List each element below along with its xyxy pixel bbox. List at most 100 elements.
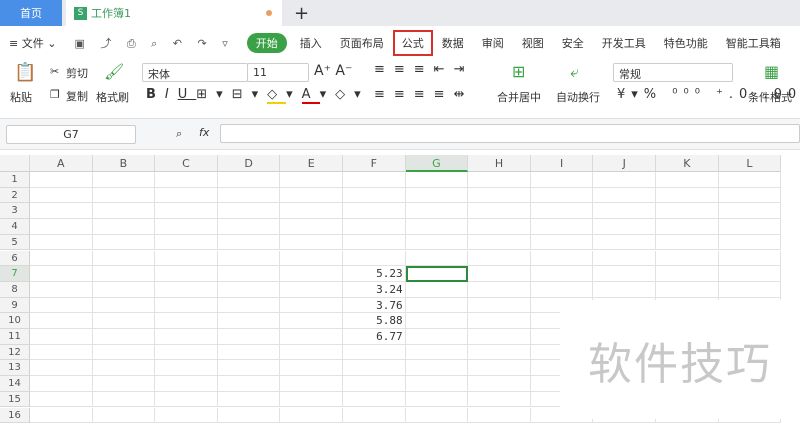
cell-B2[interactable] (93, 188, 156, 204)
cell-D1[interactable] (218, 172, 281, 188)
cell-D11[interactable] (218, 329, 281, 345)
fx-button[interactable]: fx (199, 126, 209, 139)
cell-F15[interactable] (343, 392, 406, 408)
cell-A9[interactable] (30, 298, 93, 314)
cell-G10[interactable] (406, 313, 469, 329)
cell-B15[interactable] (93, 392, 156, 408)
cell-B6[interactable] (93, 251, 156, 267)
cell-H2[interactable] (468, 188, 531, 204)
cell-G2[interactable] (406, 188, 469, 204)
cell-A6[interactable] (30, 251, 93, 267)
cell-F2[interactable] (343, 188, 406, 204)
row-header-12[interactable]: 12 (0, 345, 30, 361)
cell-L5[interactable] (719, 235, 782, 251)
column-header-F[interactable]: F (343, 155, 406, 172)
cell-D9[interactable] (218, 298, 281, 314)
cell-K4[interactable] (656, 219, 719, 235)
cell-I5[interactable] (531, 235, 594, 251)
column-header-E[interactable]: E (280, 155, 343, 172)
column-header-A[interactable]: A (30, 155, 93, 172)
menu-insert[interactable]: 插入 (291, 35, 331, 51)
cell-F9[interactable]: 3.76 (343, 298, 406, 314)
row-header-9[interactable]: 9 (0, 298, 30, 314)
cell-K1[interactable] (656, 172, 719, 188)
cell-G11[interactable] (406, 329, 469, 345)
cell-A8[interactable] (30, 282, 93, 298)
row-header-5[interactable]: 5 (0, 235, 30, 251)
copy-button[interactable]: 复制 (66, 88, 88, 104)
cell-F1[interactable] (343, 172, 406, 188)
cell-C2[interactable] (155, 188, 218, 204)
cell-C5[interactable] (155, 235, 218, 251)
cell-G9[interactable] (406, 298, 469, 314)
name-box[interactable]: G7 (6, 125, 136, 144)
cell-J3[interactable] (593, 203, 656, 219)
cell-A1[interactable] (30, 172, 93, 188)
column-header-G[interactable]: G (406, 155, 469, 172)
row-header-8[interactable]: 8 (0, 282, 30, 298)
cell-D16[interactable] (218, 408, 281, 423)
font-size-buttons[interactable]: A⁺ A⁻ (314, 63, 352, 79)
cell-C6[interactable] (155, 251, 218, 267)
cell-J6[interactable] (593, 251, 656, 267)
cell-A4[interactable] (30, 219, 93, 235)
tab-home[interactable]: 首页 (0, 0, 62, 26)
cell-B14[interactable] (93, 376, 156, 392)
merge-button[interactable]: 合并居中 (497, 89, 541, 105)
cell-G7[interactable] (406, 266, 469, 282)
cell-E14[interactable] (280, 376, 343, 392)
cell-B12[interactable] (93, 345, 156, 361)
cell-E1[interactable] (280, 172, 343, 188)
cell-H13[interactable] (468, 360, 531, 376)
tab-workbook[interactable]: S工作簿1 (66, 0, 282, 26)
cell-L4[interactable] (719, 219, 782, 235)
cell-H14[interactable] (468, 376, 531, 392)
column-header-H[interactable]: H (468, 155, 531, 172)
cell-F13[interactable] (343, 360, 406, 376)
cell-E5[interactable] (280, 235, 343, 251)
cell-J1[interactable] (593, 172, 656, 188)
cell-J2[interactable] (593, 188, 656, 204)
cell-C7[interactable] (155, 266, 218, 282)
cell-B11[interactable] (93, 329, 156, 345)
cell-H15[interactable] (468, 392, 531, 408)
cell-C12[interactable] (155, 345, 218, 361)
cell-J4[interactable] (593, 219, 656, 235)
cell-C8[interactable] (155, 282, 218, 298)
cell-B10[interactable] (93, 313, 156, 329)
cell-C11[interactable] (155, 329, 218, 345)
cell-G1[interactable] (406, 172, 469, 188)
cell-C13[interactable] (155, 360, 218, 376)
cell-G13[interactable] (406, 360, 469, 376)
cell-E13[interactable] (280, 360, 343, 376)
cell-H12[interactable] (468, 345, 531, 361)
cell-D6[interactable] (218, 251, 281, 267)
menu-review[interactable]: 审阅 (473, 35, 513, 51)
cell-F4[interactable] (343, 219, 406, 235)
cell-B7[interactable] (93, 266, 156, 282)
cell-G4[interactable] (406, 219, 469, 235)
cell-B4[interactable] (93, 219, 156, 235)
cell-F5[interactable] (343, 235, 406, 251)
cell-A12[interactable] (30, 345, 93, 361)
cell-D2[interactable] (218, 188, 281, 204)
cell-E2[interactable] (280, 188, 343, 204)
paste-button[interactable]: 粘贴 (10, 89, 32, 105)
cut-button[interactable]: 剪切 (66, 65, 88, 81)
cell-L1[interactable] (719, 172, 782, 188)
cell-B1[interactable] (93, 172, 156, 188)
row-header-15[interactable]: 15 (0, 392, 30, 408)
cell-E11[interactable] (280, 329, 343, 345)
cell-G16[interactable] (406, 408, 469, 423)
menu-smart-tools[interactable]: 智能工具箱 (717, 35, 790, 51)
cell-L6[interactable] (719, 251, 782, 267)
format-painter-button[interactable]: 格式刷 (96, 89, 129, 105)
select-all-corner[interactable] (0, 155, 30, 172)
menu-view[interactable]: 视图 (513, 35, 553, 51)
cell-B9[interactable] (93, 298, 156, 314)
number-format-select[interactable]: 常规 (613, 63, 733, 82)
cell-F16[interactable] (343, 408, 406, 423)
menu-page-layout[interactable]: 页面布局 (331, 35, 393, 51)
cell-A13[interactable] (30, 360, 93, 376)
column-header-D[interactable]: D (218, 155, 281, 172)
